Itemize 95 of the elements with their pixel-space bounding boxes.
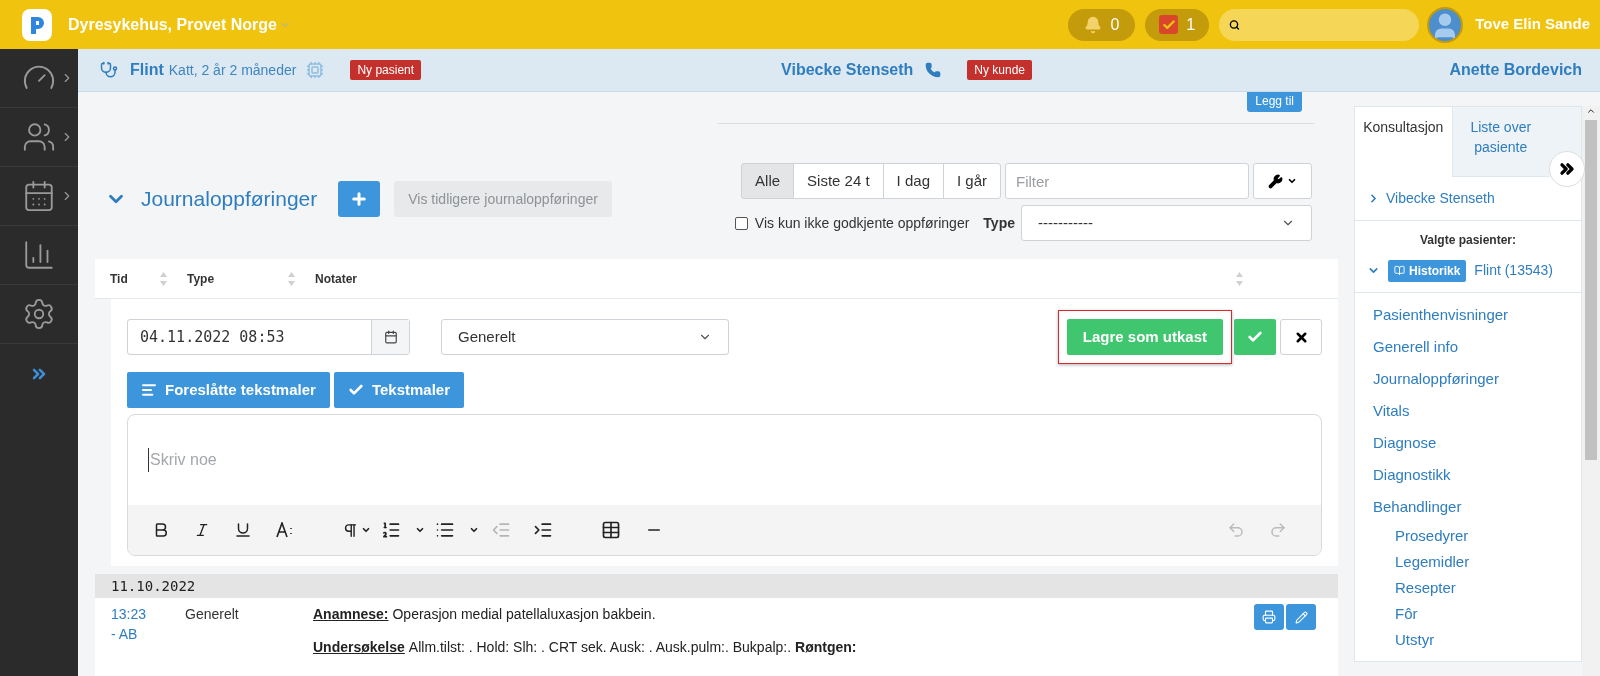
search-icon [1229, 18, 1241, 31]
chip-icon [306, 61, 325, 79]
table-icon[interactable] [601, 520, 621, 540]
people-icon[interactable] [22, 120, 56, 154]
range-filter-tab[interactable]: Siste 24 t [793, 163, 884, 199]
note-heading: Anamnese: [313, 605, 389, 624]
templates-button[interactable]: Tekstmaler [333, 372, 464, 408]
suggested-templates-button[interactable]: Foreslåtte tekstmaler [127, 372, 330, 408]
checkmark-icon [347, 382, 364, 398]
lines-icon [141, 382, 157, 398]
date-time-field[interactable]: 04.11.2022 08:53 [127, 319, 410, 355]
nav-link[interactable]: Vitals [1355, 395, 1581, 427]
settings-icon[interactable] [22, 297, 56, 331]
caret-icon[interactable] [415, 525, 425, 535]
panel-tab[interactable]: Konsultasjon [1355, 107, 1452, 177]
nav-link[interactable]: Generell info [1355, 331, 1581, 363]
customer-link[interactable]: Vibecke Stenseth [1386, 188, 1495, 209]
numbered-list-icon[interactable] [381, 520, 401, 540]
entry-type: Generelt [185, 605, 240, 624]
edit-button[interactable] [1286, 604, 1316, 630]
checkbox-label[interactable]: Vis kun ikke godkjente oppføringer [754, 212, 970, 234]
nav-link[interactable]: Behandlinger [1355, 491, 1581, 523]
panel-tab[interactable]: Liste over pasiente [1451, 107, 1549, 177]
checkbox[interactable] [734, 216, 748, 230]
stethoscope-icon [100, 61, 118, 79]
filter-field[interactable]: Filter [1005, 163, 1249, 199]
customer-badge: Ny kunde [967, 60, 1033, 80]
calendar-icon[interactable] [22, 179, 56, 213]
nav-link[interactable]: Utstyr [1355, 627, 1581, 653]
scrollbar[interactable] [1582, 106, 1600, 676]
pencil-icon [1294, 610, 1308, 624]
checkbox-tick-icon [1161, 17, 1176, 32]
wrench-icon [1268, 173, 1283, 189]
vet-name[interactable]: Anette Bordevich [1449, 58, 1582, 82]
printer-icon [1262, 610, 1276, 624]
range-filter-tab[interactable]: I dag [882, 163, 944, 199]
bell-icon [1084, 15, 1103, 34]
entry-author[interactable]: - AB [111, 624, 185, 644]
logo-icon[interactable] [22, 8, 52, 41]
section-title: Journaloppføringer [141, 186, 318, 213]
nav-link[interactable]: Diagnostikk [1355, 459, 1581, 491]
indent-icon[interactable] [533, 520, 553, 540]
add-form-button[interactable]: Legg til [1247, 92, 1302, 112]
date-group-header: 11.10.2022 [95, 574, 1338, 598]
range-filter-tab[interactable]: Alle [741, 163, 795, 199]
paragraph-icon[interactable] [342, 521, 359, 539]
nav-link[interactable]: Resepter [1355, 575, 1581, 601]
patient-link[interactable]: Flint (13543) [1474, 260, 1553, 281]
phone-icon[interactable] [925, 62, 942, 78]
show-previous-button[interactable]: Vis tidligere journaloppføringer [394, 181, 612, 217]
note-heading: Undersøkelse [313, 638, 405, 657]
column-header[interactable]: Tid [110, 269, 128, 288]
patient-details: Katt, 2 år 2 måneder [168, 60, 297, 80]
type-label: Type [983, 213, 1015, 233]
nav-link[interactable]: Legemidler [1355, 549, 1581, 575]
tasks-button[interactable]: 1 [1145, 8, 1210, 41]
history-button[interactable]: Historikk [1388, 259, 1467, 282]
add-entry-button[interactable] [338, 181, 381, 217]
patient-name[interactable]: Flint [130, 58, 164, 82]
selected-patients-title: Valgte pasienter: [1418, 232, 1517, 249]
notifications-button[interactable]: 0 [1068, 8, 1136, 41]
close-button[interactable] [1280, 319, 1322, 355]
font-size-icon[interactable] [276, 522, 294, 538]
caret-icon [1287, 176, 1297, 186]
nav-link[interactable]: Journaloppføringer [1355, 363, 1581, 395]
bar-chart-icon[interactable] [22, 238, 56, 272]
column-header[interactable]: Type [187, 269, 215, 288]
type-select[interactable]: ----------- [1021, 205, 1312, 241]
caret-icon[interactable] [469, 525, 479, 535]
bulleted-list-icon[interactable] [435, 520, 455, 540]
underline-icon[interactable] [234, 521, 252, 539]
note-text: Allm.tilst: . Hold: Slh: . CRT sek. Ausk: . Ausk.pulm:. Bukpalp:. Røntgen: [408, 638, 857, 657]
range-filter-tab[interactable]: I går [943, 163, 1001, 199]
nav-link[interactable]: Pasienthenvisninger [1355, 299, 1581, 331]
nav-link[interactable]: Diagnose [1355, 427, 1581, 459]
plus-icon [350, 190, 369, 208]
caret-icon[interactable] [361, 525, 371, 535]
entry-type-select[interactable]: Generelt [441, 319, 729, 355]
text-editor[interactable]: Skriv noe [127, 414, 1322, 556]
patient-badge: Ny pasient [350, 60, 422, 80]
column-header[interactable]: Notater [315, 269, 357, 288]
print-button[interactable] [1254, 604, 1284, 630]
nav-link[interactable]: Fôr [1355, 601, 1581, 627]
scroll-up-icon[interactable] [1586, 106, 1596, 116]
note-text: Operasjon medial patellaluxasjon bakbein. [392, 605, 656, 624]
calendar-icon[interactable] [383, 330, 398, 344]
customer-name[interactable]: Vibecke Stenseth [781, 58, 914, 82]
nav-link[interactable]: Prosedyrer [1355, 523, 1581, 549]
entry-time[interactable]: 13:23 [111, 604, 185, 624]
italic-icon[interactable] [194, 522, 210, 538]
editor-placeholder: Skriv noe [148, 448, 217, 472]
checkmark-icon [1247, 329, 1263, 345]
tools-button[interactable] [1253, 163, 1312, 199]
book-icon [1394, 265, 1405, 276]
search-field[interactable] [1219, 8, 1420, 41]
